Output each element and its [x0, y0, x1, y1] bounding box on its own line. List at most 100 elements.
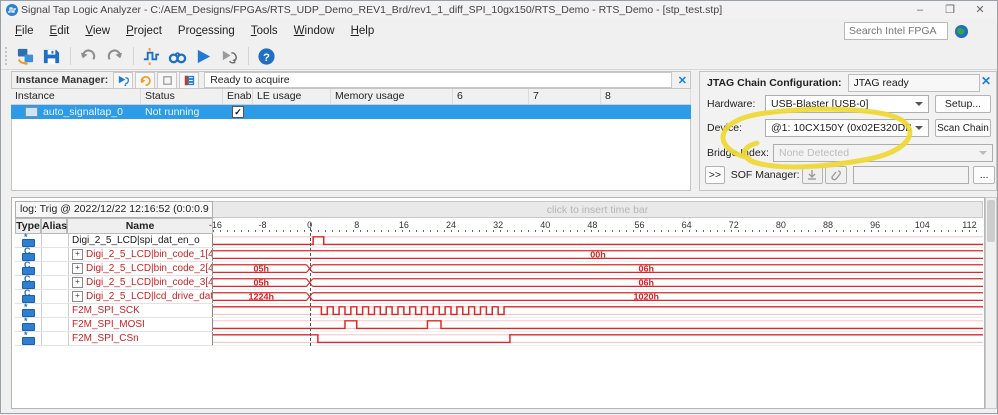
maximize-button[interactable]: ❐	[935, 1, 965, 18]
autorun-analysis-icon[interactable]	[217, 45, 241, 68]
expand-panel-button[interactable]: >>	[705, 166, 725, 184]
read-data-icon[interactable]	[179, 72, 199, 89]
signal-row-labels[interactable]: *F2M_SPI_SCK	[15, 304, 213, 318]
expand-bus-icon[interactable]: +	[72, 277, 83, 288]
find-icon[interactable]	[165, 45, 189, 68]
signal-type-cell: *	[15, 318, 42, 331]
globe-icon[interactable]	[954, 24, 969, 39]
jtag-panel-close-icon[interactable]: ✕	[981, 74, 991, 88]
signal-waveform[interactable]	[213, 318, 983, 332]
expand-bus-icon[interactable]: +	[72, 291, 83, 302]
minimize-button[interactable]: –	[905, 1, 935, 18]
signal-row-labels[interactable]: * F2M_SPI_MOSI	[15, 318, 213, 332]
scrollbar-thumb[interactable]	[987, 200, 995, 242]
signal-waveform[interactable]	[213, 332, 983, 346]
signal-row-labels[interactable]: C +Digi_2_5_LCD|lcd_drive_dat_o[14...	[15, 290, 213, 304]
signal-alias-cell[interactable]	[42, 290, 69, 303]
save-icon[interactable]	[39, 45, 63, 68]
help-icon[interactable]: ?	[254, 45, 278, 68]
redo-icon[interactable]	[102, 45, 126, 68]
instance-manager-close-icon[interactable]: ✕	[678, 74, 687, 87]
signal-name[interactable]: Digi_2_5_LCD|bin_code_3[4..0]	[86, 277, 213, 288]
menu-item-processing[interactable]: Processing	[170, 22, 243, 40]
signaltap-settings-icon[interactable]	[139, 45, 163, 68]
signal-type-cell: C	[15, 290, 42, 303]
signal-type-icon: *	[20, 319, 36, 331]
autorun-analysis-small-icon[interactable]	[135, 72, 155, 89]
run-analysis-icon[interactable]	[191, 45, 215, 68]
waveform-scrollbar[interactable]	[985, 197, 997, 409]
signal-alias-cell[interactable]	[42, 262, 69, 275]
signal-type-icon: C	[20, 291, 36, 303]
signal-name[interactable]: F2M_SPI_MOSI	[72, 319, 145, 330]
signal-waveform[interactable]: 05h06h	[213, 262, 983, 276]
jtag-title: JTAG Chain Configuration:	[707, 77, 842, 89]
axis-tick-label: -8	[258, 220, 266, 230]
instance-table-row[interactable]: auto_signaltap_0Not running✓	[11, 105, 691, 119]
stop-analysis-icon[interactable]	[157, 72, 177, 89]
expand-bus-icon[interactable]: +	[72, 263, 83, 274]
close-button[interactable]: ✕	[965, 1, 995, 18]
signal-row-labels[interactable]: *F2M_SPI_CSn	[15, 332, 213, 346]
signal-name[interactable]: Digi_2_5_LCD|bin_code_2[4..0]	[86, 263, 213, 274]
menu-item-tools[interactable]: Tools	[243, 22, 286, 40]
chevron-down-icon	[979, 151, 987, 155]
signal-alias-cell[interactable]	[42, 234, 69, 247]
signal-row-labels[interactable]: *Digi_2_5_LCD|spi_dat_en_o	[15, 234, 213, 248]
signal-name[interactable]: Digi_2_5_LCD|lcd_drive_dat_o[14...	[86, 291, 213, 302]
toolbar-separator	[248, 47, 249, 65]
signal-waveform[interactable]: 1224h1020h	[213, 290, 983, 304]
signal-alias-cell[interactable]	[42, 332, 69, 345]
menu-item-edit[interactable]: Edit	[42, 22, 78, 40]
instance-column-instance: Instance	[11, 89, 141, 104]
search-input[interactable]	[844, 22, 948, 40]
signal-waveform[interactable]: 00h	[213, 248, 983, 262]
bridge-index-select[interactable]: None Detected	[773, 144, 993, 162]
toolbar-separator	[70, 47, 71, 65]
insert-time-bar-strip[interactable]: click to insert time bar	[213, 201, 983, 218]
signal-alias-cell[interactable]	[42, 304, 69, 317]
insert-time-bar-hint: click to insert time bar	[547, 204, 649, 216]
enabled-checkbox[interactable]: ✓	[232, 106, 244, 118]
program-device-icon[interactable]	[13, 45, 37, 68]
menu-item-window[interactable]: Window	[286, 22, 343, 40]
chevron-down-icon	[915, 102, 923, 106]
setup-button[interactable]: Setup...	[935, 95, 991, 113]
hardware-select[interactable]: USB-Blaster [USB-0]	[765, 95, 929, 113]
expand-bus-icon[interactable]: +	[72, 249, 83, 260]
signal-name[interactable]: F2M_SPI_CSn	[72, 333, 139, 344]
time-axis[interactable]: -16-8081624324048566472808896104112	[213, 218, 983, 235]
axis-tick-label: 80	[776, 220, 786, 230]
signal-name[interactable]: F2M_SPI_SCK	[72, 305, 140, 316]
attach-sof-icon[interactable]	[825, 166, 847, 184]
signal-name[interactable]: Digi_2_5_LCD|bin_code_1[4..0]	[86, 249, 213, 260]
signal-row-labels[interactable]: C+Digi_2_5_LCD|bin_code_1[4..0]	[15, 248, 213, 262]
sof-browse-button[interactable]: ...	[973, 166, 995, 184]
signal-alias-cell[interactable]	[42, 318, 69, 331]
signal-waveform[interactable]: 05h06h	[213, 276, 983, 290]
menu-item-file[interactable]: File	[7, 22, 42, 40]
undo-icon[interactable]	[76, 45, 100, 68]
column-header-name: Name	[67, 218, 213, 234]
scan-chain-button[interactable]: Scan Chain	[935, 119, 991, 137]
menu-item-view[interactable]: View	[77, 22, 118, 40]
device-select[interactable]: @1: 10CX150Y (0x02E320DD)	[765, 119, 929, 137]
sof-file-field[interactable]	[853, 166, 969, 184]
axis-tick-label: 40	[540, 220, 550, 230]
signal-waveform[interactable]	[213, 234, 983, 248]
toolbar-grip[interactable]	[4, 46, 8, 66]
program-device-icon[interactable]	[802, 166, 824, 184]
axis-tick-label: 88	[823, 220, 833, 230]
menu-item-help[interactable]: Help	[343, 22, 383, 40]
signal-waveform[interactable]	[213, 304, 983, 318]
menu-item-project[interactable]: Project	[118, 22, 170, 40]
bus-value-label: 00h	[590, 250, 605, 260]
signal-name[interactable]: Digi_2_5_LCD|spi_dat_en_o	[72, 235, 200, 246]
signal-alias-cell[interactable]	[42, 248, 69, 261]
signal-row-labels[interactable]: C+Digi_2_5_LCD|bin_code_2[4..0]	[15, 262, 213, 276]
run-analysis-small-icon[interactable]	[113, 72, 133, 89]
signal-row-labels[interactable]: C+Digi_2_5_LCD|bin_code_3[4..0]	[15, 276, 213, 290]
window-title: Signal Tap Logic Analyzer - C:/AEM_Desig…	[21, 4, 722, 16]
signal-alias-cell[interactable]	[42, 276, 69, 289]
svg-text:?: ?	[263, 51, 270, 63]
